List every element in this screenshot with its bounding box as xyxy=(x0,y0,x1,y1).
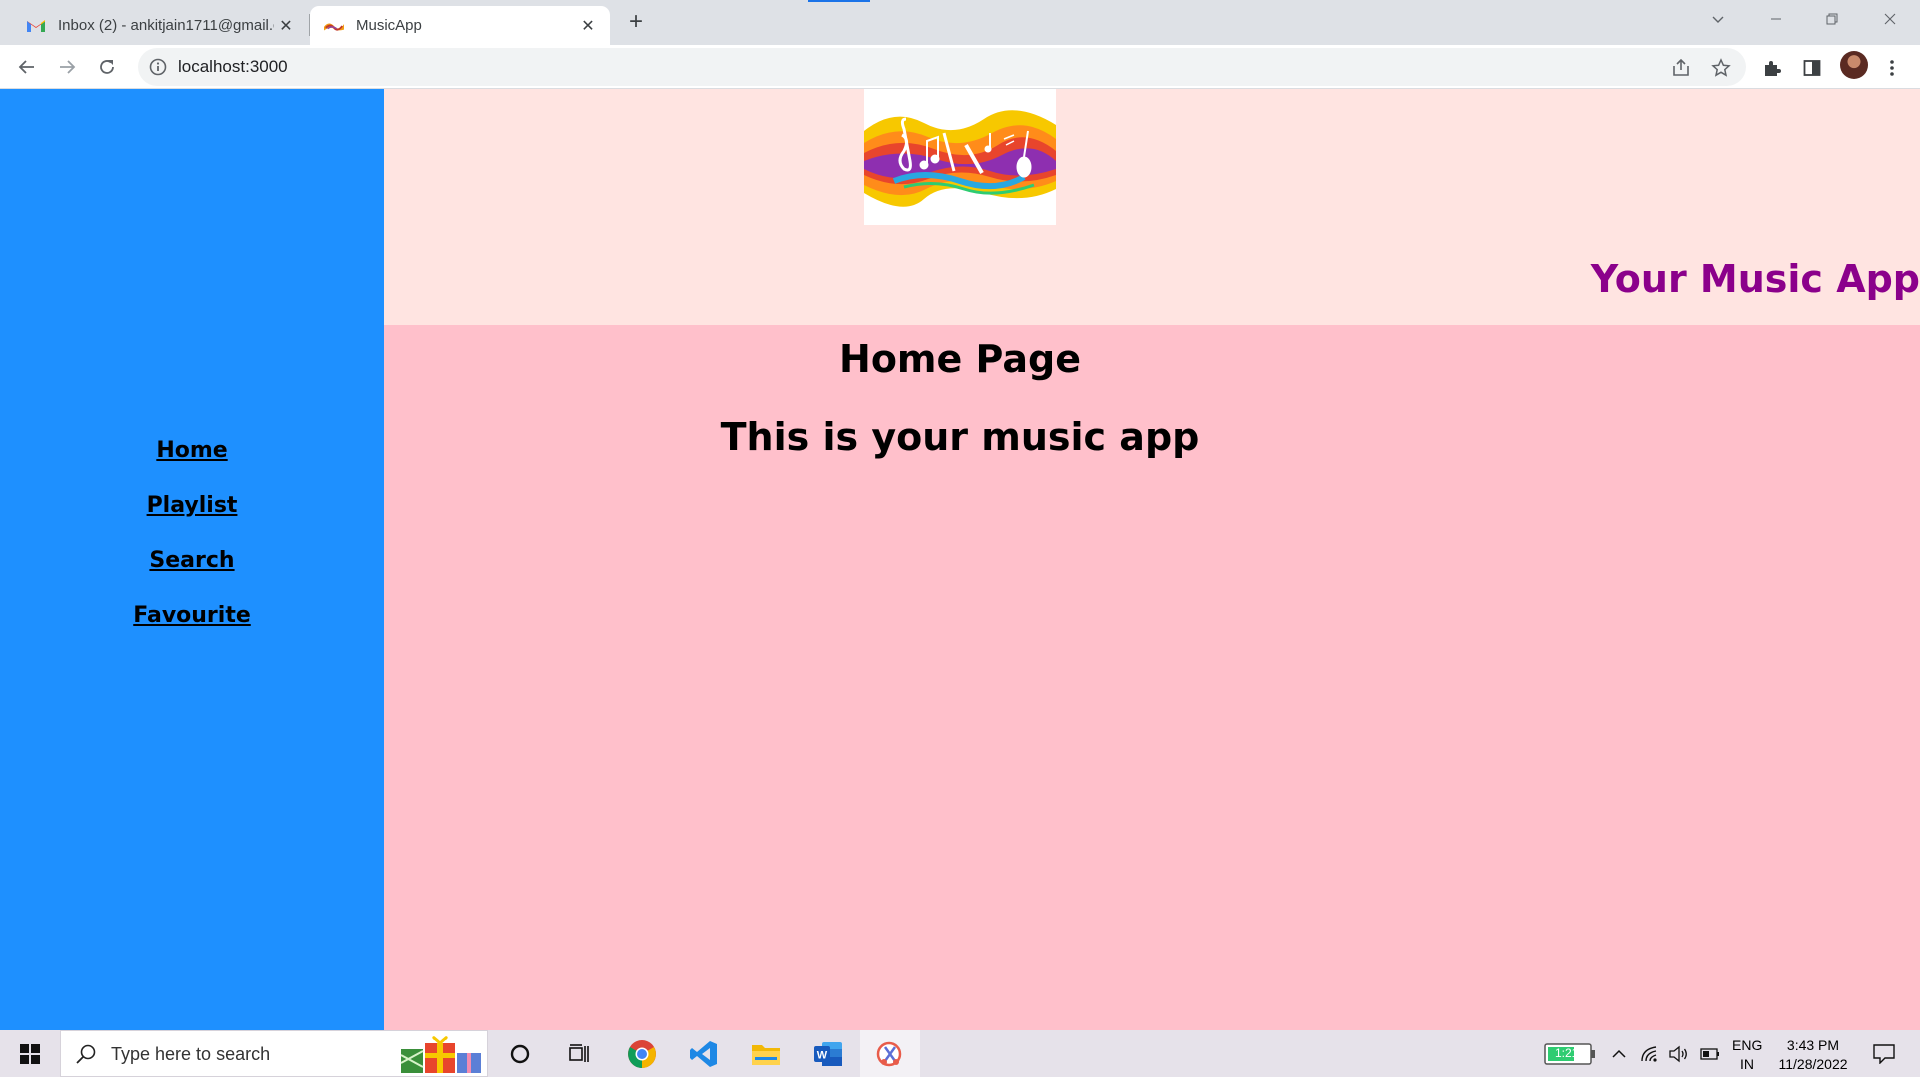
tab-loading-indicator xyxy=(808,0,870,2)
tab-title: Inbox (2) - ankitjain1711@gmail.c xyxy=(58,17,274,34)
clock-time: 3:43 PM xyxy=(1786,1037,1840,1053)
power-battery-icon[interactable] xyxy=(1696,1030,1724,1077)
search-icon xyxy=(75,1043,99,1067)
nav-link-search[interactable]: Search xyxy=(0,546,384,601)
sidebar-nav: Home Playlist Search Favourite xyxy=(0,436,384,656)
profile-avatar[interactable] xyxy=(1840,51,1868,79)
nav-link-home[interactable]: Home xyxy=(0,436,384,491)
tab-musicapp[interactable]: MusicApp ✕ xyxy=(310,6,610,45)
chrome-icon[interactable] xyxy=(612,1030,672,1077)
battery-status[interactable]: 1:21 xyxy=(1542,1030,1598,1077)
word-icon[interactable]: W xyxy=(798,1030,858,1077)
show-hidden-icons-chevron-icon[interactable] xyxy=(1606,1030,1632,1077)
network-icon[interactable] xyxy=(1636,1030,1664,1077)
music-logo-image xyxy=(864,89,1056,225)
browser-tab-strip: Inbox (2) - ankitjain1711@gmail.c ✕ Musi… xyxy=(0,0,1920,45)
page-subtitle: This is your music app xyxy=(720,415,1200,459)
close-window-icon[interactable] xyxy=(1862,0,1918,38)
language-code: ENG xyxy=(1732,1037,1763,1053)
tab-search-chevron-icon[interactable] xyxy=(1690,0,1746,38)
minimize-icon[interactable] xyxy=(1748,0,1804,38)
windows-taskbar: Type here to search W 1:21 ENG IN 3:43 P… xyxy=(0,1030,1920,1077)
app-header: Your Music App xyxy=(384,89,1920,325)
restore-icon[interactable] xyxy=(1804,0,1860,38)
nav-link-favourite[interactable]: Favourite xyxy=(0,601,384,656)
vscode-icon[interactable] xyxy=(674,1030,734,1077)
reload-button[interactable] xyxy=(91,51,123,83)
extensions-icon[interactable] xyxy=(1760,56,1784,80)
sidebar: Home Playlist Search Favourite xyxy=(0,89,384,1030)
volume-icon[interactable] xyxy=(1664,1030,1692,1077)
notifications-icon[interactable] xyxy=(1864,1030,1904,1077)
side-panel-icon[interactable] xyxy=(1800,56,1824,80)
close-tab-icon[interactable]: ✕ xyxy=(576,14,600,38)
cortana-icon[interactable] xyxy=(490,1030,550,1077)
nav-link-playlist[interactable]: Playlist xyxy=(0,491,384,546)
address-bar[interactable]: localhost:3000 xyxy=(138,48,1746,86)
input-language[interactable]: ENG IN xyxy=(1732,1036,1762,1074)
close-tab-icon[interactable]: ✕ xyxy=(274,14,298,38)
search-placeholder: Type here to search xyxy=(111,1044,271,1064)
bookmark-star-icon[interactable] xyxy=(1710,57,1732,79)
page-viewport: Home Playlist Search Favourite Your Musi… xyxy=(0,89,1920,1030)
file-explorer-icon[interactable] xyxy=(736,1030,796,1077)
tab-title: MusicApp xyxy=(356,17,422,34)
battery-time: 1:21 xyxy=(1555,1046,1579,1060)
forward-button[interactable] xyxy=(51,51,83,83)
site-info-icon[interactable] xyxy=(148,57,168,77)
system-clock[interactable]: 3:43 PM 11/28/2022 xyxy=(1770,1036,1856,1074)
tab-gmail-inbox[interactable]: Inbox (2) - ankitjain1711@gmail.c ✕ xyxy=(12,6,308,45)
gift-boxes-icon xyxy=(399,1035,485,1075)
share-icon[interactable] xyxy=(1670,57,1692,79)
svg-text:W: W xyxy=(817,1049,828,1061)
page-title: Home Page xyxy=(839,337,1081,381)
gmail-icon xyxy=(26,18,46,34)
new-tab-button[interactable]: + xyxy=(622,8,650,36)
chrome-menu-icon[interactable] xyxy=(1880,56,1904,80)
browser-toolbar: localhost:3000 xyxy=(0,45,1920,89)
clock-date: 11/28/2022 xyxy=(1778,1056,1848,1072)
region-code: IN xyxy=(1740,1056,1754,1072)
back-button[interactable] xyxy=(11,51,43,83)
snipping-tool-icon[interactable] xyxy=(860,1030,920,1077)
url-text: localhost:3000 xyxy=(178,57,288,76)
music-app-favicon xyxy=(324,18,344,34)
app-title: Your Music App xyxy=(1590,257,1920,301)
task-view-icon[interactable] xyxy=(550,1030,610,1077)
taskbar-search-box[interactable]: Type here to search xyxy=(60,1030,488,1077)
windows-start-icon[interactable] xyxy=(0,1030,60,1077)
main-content: Home Page This is your music app xyxy=(384,325,1920,1030)
